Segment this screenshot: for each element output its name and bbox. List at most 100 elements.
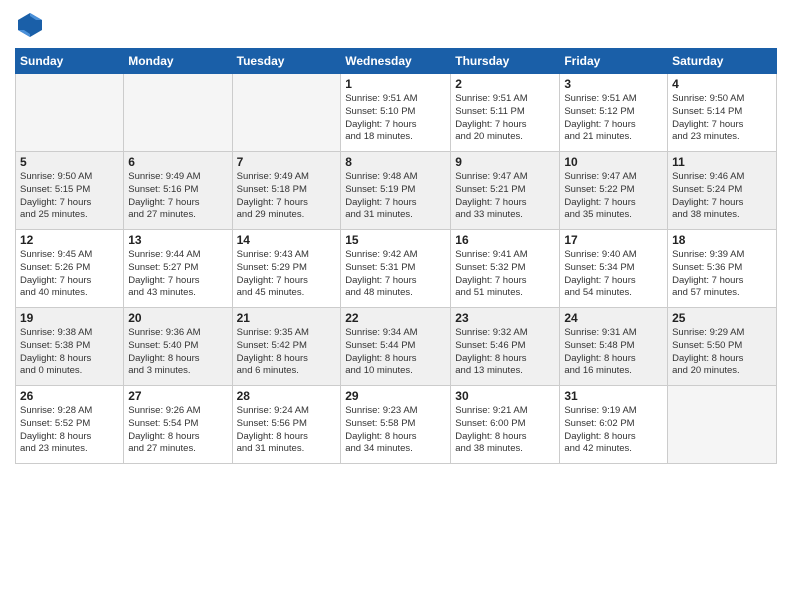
day-number: 14 <box>237 233 337 247</box>
day-info: Sunrise: 9:39 AM Sunset: 5:36 PM Dayligh… <box>672 249 772 300</box>
day-info: Sunrise: 9:49 AM Sunset: 5:16 PM Dayligh… <box>128 171 227 222</box>
day-number: 21 <box>237 311 337 325</box>
day-number: 1 <box>345 77 446 91</box>
day-number: 22 <box>345 311 446 325</box>
day-number: 23 <box>455 311 555 325</box>
calendar-day-cell: 13 Sunrise: 9:44 AM Sunset: 5:27 PM Dayli… <box>124 230 232 308</box>
day-info: Sunrise: 9:35 AM Sunset: 5:42 PM Dayligh… <box>237 327 337 378</box>
page-container: SundayMondayTuesdayWednesdayThursdayFrid… <box>0 0 792 474</box>
day-number: 2 <box>455 77 555 91</box>
day-number: 28 <box>237 389 337 403</box>
day-number: 26 <box>20 389 119 403</box>
day-number: 12 <box>20 233 119 247</box>
calendar-day-cell <box>232 74 341 152</box>
calendar-table: SundayMondayTuesdayWednesdayThursdayFrid… <box>15 48 777 464</box>
day-info: Sunrise: 9:34 AM Sunset: 5:44 PM Dayligh… <box>345 327 446 378</box>
weekday-header-wednesday: Wednesday <box>341 49 451 74</box>
calendar-day-cell: 27 Sunrise: 9:26 AM Sunset: 5:54 PM Dayli… <box>124 386 232 464</box>
day-info: Sunrise: 9:48 AM Sunset: 5:19 PM Dayligh… <box>345 171 446 222</box>
day-number: 25 <box>672 311 772 325</box>
day-info: Sunrise: 9:28 AM Sunset: 5:52 PM Dayligh… <box>20 405 119 456</box>
calendar-day-cell: 16 Sunrise: 9:41 AM Sunset: 5:32 PM Dayli… <box>451 230 560 308</box>
day-info: Sunrise: 9:51 AM Sunset: 5:10 PM Dayligh… <box>345 93 446 144</box>
day-info: Sunrise: 9:36 AM Sunset: 5:40 PM Dayligh… <box>128 327 227 378</box>
day-info: Sunrise: 9:38 AM Sunset: 5:38 PM Dayligh… <box>20 327 119 378</box>
day-info: Sunrise: 9:42 AM Sunset: 5:31 PM Dayligh… <box>345 249 446 300</box>
day-info: Sunrise: 9:45 AM Sunset: 5:26 PM Dayligh… <box>20 249 119 300</box>
day-number: 13 <box>128 233 227 247</box>
day-number: 5 <box>20 155 119 169</box>
day-number: 18 <box>672 233 772 247</box>
day-info: Sunrise: 9:29 AM Sunset: 5:50 PM Dayligh… <box>672 327 772 378</box>
day-number: 4 <box>672 77 772 91</box>
calendar-day-cell: 25 Sunrise: 9:29 AM Sunset: 5:50 PM Dayli… <box>668 308 777 386</box>
day-number: 31 <box>564 389 663 403</box>
weekday-header-row: SundayMondayTuesdayWednesdayThursdayFrid… <box>16 49 777 74</box>
calendar-day-cell: 3 Sunrise: 9:51 AM Sunset: 5:12 PM Daylig… <box>560 74 668 152</box>
day-number: 24 <box>564 311 663 325</box>
day-number: 10 <box>564 155 663 169</box>
calendar-day-cell: 30Sunrise: 9:21 AM Sunset: 6:00 PM Dayli… <box>451 386 560 464</box>
day-number: 3 <box>564 77 663 91</box>
day-number: 17 <box>564 233 663 247</box>
day-info: Sunrise: 9:51 AM Sunset: 5:11 PM Dayligh… <box>455 93 555 144</box>
day-number: 9 <box>455 155 555 169</box>
calendar-day-cell: 4 Sunrise: 9:50 AM Sunset: 5:14 PM Daylig… <box>668 74 777 152</box>
day-info: Sunrise: 9:23 AM Sunset: 5:58 PM Dayligh… <box>345 405 446 456</box>
day-number: 27 <box>128 389 227 403</box>
calendar-day-cell: 19 Sunrise: 9:38 AM Sunset: 5:38 PM Dayli… <box>16 308 124 386</box>
day-info: Sunrise: 9:26 AM Sunset: 5:54 PM Dayligh… <box>128 405 227 456</box>
weekday-header-friday: Friday <box>560 49 668 74</box>
day-info: Sunrise: 9:40 AM Sunset: 5:34 PM Dayligh… <box>564 249 663 300</box>
calendar-day-cell: 28 Sunrise: 9:24 AM Sunset: 5:56 PM Dayli… <box>232 386 341 464</box>
calendar-day-cell: 18 Sunrise: 9:39 AM Sunset: 5:36 PM Dayli… <box>668 230 777 308</box>
calendar-day-cell: 7Sunrise: 9:49 AM Sunset: 5:18 PM Daylig… <box>232 152 341 230</box>
day-info: Sunrise: 9:47 AM Sunset: 5:22 PM Dayligh… <box>564 171 663 222</box>
calendar-day-cell: 21 Sunrise: 9:35 AM Sunset: 5:42 PM Dayli… <box>232 308 341 386</box>
logo <box>15 10 49 40</box>
calendar-day-cell <box>668 386 777 464</box>
day-number: 6 <box>128 155 227 169</box>
calendar-day-cell: 22 Sunrise: 9:34 AM Sunset: 5:44 PM Dayli… <box>341 308 451 386</box>
calendar-week-row: 5Sunrise: 9:50 AM Sunset: 5:15 PM Daylig… <box>16 152 777 230</box>
weekday-header-saturday: Saturday <box>668 49 777 74</box>
day-number: 15 <box>345 233 446 247</box>
calendar-day-cell <box>124 74 232 152</box>
calendar-day-cell: 9 Sunrise: 9:47 AM Sunset: 5:21 PM Daylig… <box>451 152 560 230</box>
calendar-day-cell: 12 Sunrise: 9:45 AM Sunset: 5:26 PM Dayli… <box>16 230 124 308</box>
day-number: 19 <box>20 311 119 325</box>
calendar-week-row: 26 Sunrise: 9:28 AM Sunset: 5:52 PM Dayli… <box>16 386 777 464</box>
logo-icon <box>15 10 45 40</box>
day-info: Sunrise: 9:50 AM Sunset: 5:14 PM Dayligh… <box>672 93 772 144</box>
calendar-day-cell: 29 Sunrise: 9:23 AM Sunset: 5:58 PM Dayli… <box>341 386 451 464</box>
day-number: 16 <box>455 233 555 247</box>
calendar-day-cell: 11Sunrise: 9:46 AM Sunset: 5:24 PM Dayli… <box>668 152 777 230</box>
day-info: Sunrise: 9:32 AM Sunset: 5:46 PM Dayligh… <box>455 327 555 378</box>
weekday-header-tuesday: Tuesday <box>232 49 341 74</box>
day-number: 11 <box>672 155 772 169</box>
calendar-day-cell: 2 Sunrise: 9:51 AM Sunset: 5:11 PM Daylig… <box>451 74 560 152</box>
calendar-day-cell: 26 Sunrise: 9:28 AM Sunset: 5:52 PM Dayli… <box>16 386 124 464</box>
calendar-day-cell: 6 Sunrise: 9:49 AM Sunset: 5:16 PM Daylig… <box>124 152 232 230</box>
calendar-day-cell: 1 Sunrise: 9:51 AM Sunset: 5:10 PM Daylig… <box>341 74 451 152</box>
calendar-day-cell: 10 Sunrise: 9:47 AM Sunset: 5:22 PM Dayli… <box>560 152 668 230</box>
day-info: Sunrise: 9:31 AM Sunset: 5:48 PM Dayligh… <box>564 327 663 378</box>
calendar-week-row: 1 Sunrise: 9:51 AM Sunset: 5:10 PM Daylig… <box>16 74 777 152</box>
day-info: Sunrise: 9:24 AM Sunset: 5:56 PM Dayligh… <box>237 405 337 456</box>
day-info: Sunrise: 9:44 AM Sunset: 5:27 PM Dayligh… <box>128 249 227 300</box>
calendar-day-cell: 31Sunrise: 9:19 AM Sunset: 6:02 PM Dayli… <box>560 386 668 464</box>
calendar-day-cell <box>16 74 124 152</box>
day-info: Sunrise: 9:51 AM Sunset: 5:12 PM Dayligh… <box>564 93 663 144</box>
calendar-day-cell: 24 Sunrise: 9:31 AM Sunset: 5:48 PM Dayli… <box>560 308 668 386</box>
calendar-day-cell: 17 Sunrise: 9:40 AM Sunset: 5:34 PM Dayli… <box>560 230 668 308</box>
calendar-day-cell: 14 Sunrise: 9:43 AM Sunset: 5:29 PM Dayli… <box>232 230 341 308</box>
day-info: Sunrise: 9:43 AM Sunset: 5:29 PM Dayligh… <box>237 249 337 300</box>
day-number: 20 <box>128 311 227 325</box>
day-number: 8 <box>345 155 446 169</box>
day-number: 29 <box>345 389 446 403</box>
day-info: Sunrise: 9:41 AM Sunset: 5:32 PM Dayligh… <box>455 249 555 300</box>
day-info: Sunrise: 9:47 AM Sunset: 5:21 PM Dayligh… <box>455 171 555 222</box>
calendar-week-row: 12 Sunrise: 9:45 AM Sunset: 5:26 PM Dayli… <box>16 230 777 308</box>
day-number: 30 <box>455 389 555 403</box>
calendar-day-cell: 8 Sunrise: 9:48 AM Sunset: 5:19 PM Daylig… <box>341 152 451 230</box>
